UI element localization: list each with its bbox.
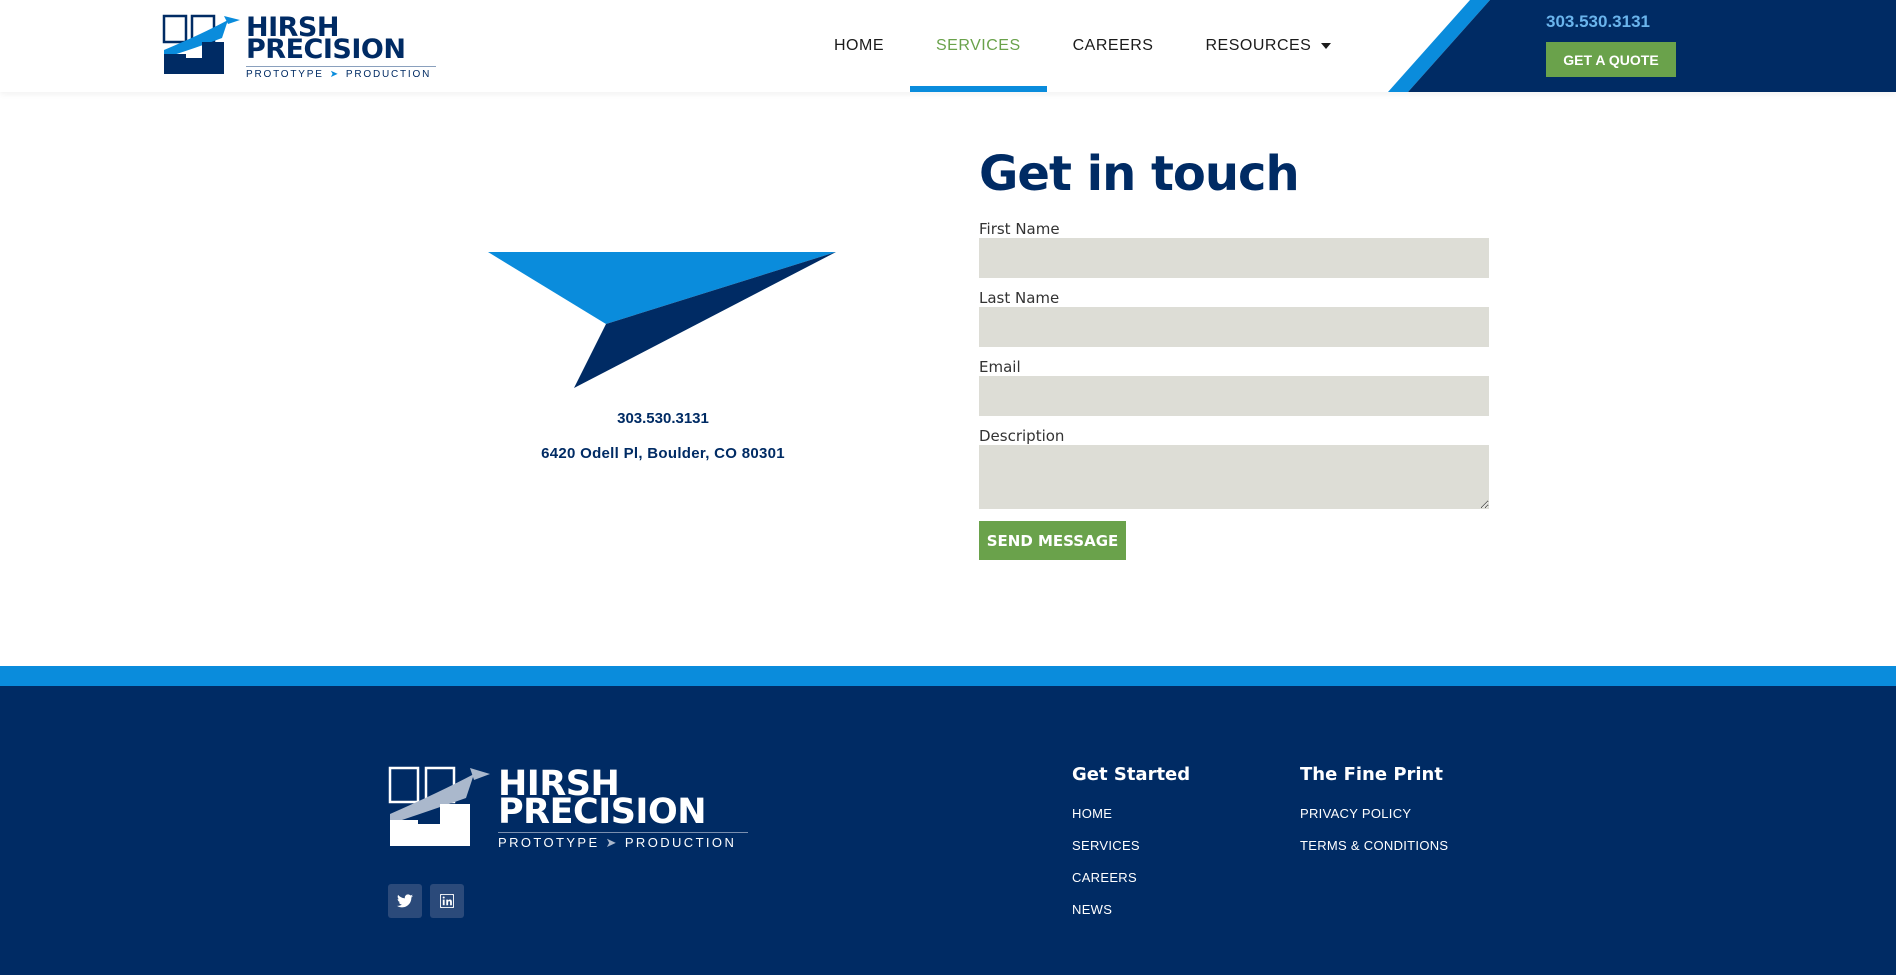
plane-icon: ➤ xyxy=(605,835,619,850)
footer-accent-stripe xyxy=(0,666,1896,686)
contact-form: Get in touch First Name Last Name Email … xyxy=(979,145,1489,560)
logo-name-line2: PRECISION xyxy=(246,34,406,65)
twitter-icon xyxy=(397,894,413,908)
description-label: Description xyxy=(979,427,1065,445)
nav-careers[interactable]: CAREERS xyxy=(1047,0,1180,92)
logo-tagline: PROTOTYPE ➤ PRODUCTION xyxy=(246,66,436,80)
footer-link-privacy-policy[interactable]: PRIVACY POLICY xyxy=(1300,806,1448,821)
chevron-down-icon xyxy=(1321,43,1332,49)
footer-fine-print: The Fine Print PRIVACY POLICY TERMS & CO… xyxy=(1300,764,1448,853)
footer-col-title: The Fine Print xyxy=(1300,764,1443,785)
send-message-button[interactable]: SEND MESSAGE xyxy=(979,521,1126,560)
twitter-button[interactable] xyxy=(388,884,422,918)
nav-resources[interactable]: RESOURCES xyxy=(1179,0,1357,92)
linkedin-icon xyxy=(440,894,454,908)
linkedin-button[interactable] xyxy=(430,884,464,918)
last-name-label: Last Name xyxy=(979,289,1060,307)
header-phone[interactable]: 303.530.3131 xyxy=(1508,12,1688,32)
hirsh-precision-logo[interactable]: HIRSH PRECISION PROTOTYPE ➤ PRODUCTION xyxy=(162,14,436,80)
footer-logo-mark-icon xyxy=(388,766,490,846)
footer-get-started: Get Started HOME SERVICES CAREERS NEWS xyxy=(1072,764,1190,917)
footer-link-news[interactable]: NEWS xyxy=(1072,902,1190,917)
footer-link-terms[interactable]: TERMS & CONDITIONS xyxy=(1300,838,1448,853)
form-title: Get in touch xyxy=(979,146,1300,202)
site-footer: HIRSH PRECISION PROTOTYPE ➤ PRODUCTION Get… xyxy=(0,686,1896,975)
contact-phone[interactable]: 303.530.3131 xyxy=(480,410,846,427)
last-name-input[interactable] xyxy=(979,307,1489,347)
nav-home[interactable]: HOME xyxy=(808,0,910,92)
first-name-label: First Name xyxy=(979,220,1060,238)
contact-info: 303.530.3131 6420 Odell Pl, Boulder, CO … xyxy=(480,240,846,462)
footer-link-careers[interactable]: CAREERS xyxy=(1072,870,1190,885)
footer-col-title: Get Started xyxy=(1072,764,1191,785)
footer-link-services[interactable]: SERVICES xyxy=(1072,838,1190,853)
site-header: HIRSH PRECISION PROTOTYPE ➤ PRODUCTION HOM… xyxy=(0,0,1896,92)
footer-logo-name-line2: PRECISION xyxy=(498,792,707,832)
plane-icon: ➤ xyxy=(329,69,340,80)
email-label: Email xyxy=(979,358,1021,376)
header-cta-panel: 303.530.3131 GET A QUOTE xyxy=(1388,0,1896,92)
paper-plane-icon xyxy=(488,252,836,388)
description-textarea[interactable] xyxy=(979,445,1489,509)
email-input[interactable] xyxy=(979,376,1489,416)
nav-services[interactable]: SERVICES xyxy=(910,0,1047,92)
footer-link-home[interactable]: HOME xyxy=(1072,806,1190,821)
logo-mark-icon xyxy=(162,14,240,74)
footer-logo[interactable]: HIRSH PRECISION PROTOTYPE ➤ PRODUCTION xyxy=(388,766,748,851)
contact-address: 6420 Odell Pl, Boulder, CO 80301 xyxy=(541,445,785,462)
first-name-input[interactable] xyxy=(979,238,1489,278)
footer-logo-tagline: PROTOTYPE ➤ PRODUCTION xyxy=(498,832,748,851)
get-a-quote-button[interactable]: GET A QUOTE xyxy=(1546,42,1676,77)
main-nav: HOME SERVICES CAREERS RESOURCES xyxy=(808,0,1357,92)
